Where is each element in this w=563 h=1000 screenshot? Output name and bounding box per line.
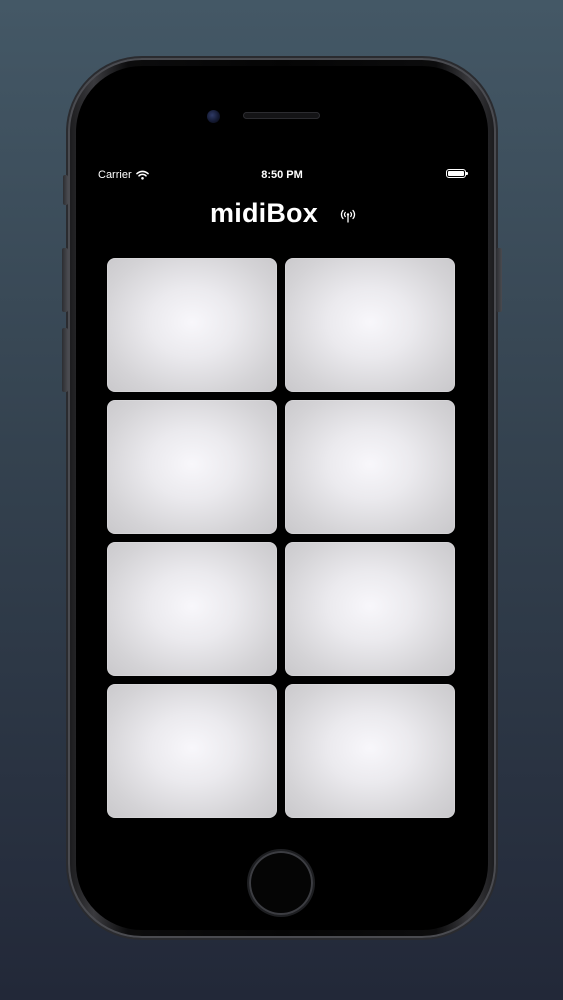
app-title: midiBox (210, 198, 318, 228)
power-button (496, 248, 502, 312)
mute-switch (63, 175, 68, 205)
drum-pad-6[interactable] (285, 542, 455, 676)
battery-icon (446, 169, 468, 178)
drum-pad-1[interactable] (107, 258, 277, 392)
status-time: 8:50 PM (261, 169, 303, 181)
earpiece-speaker (243, 112, 320, 119)
drum-pad-5[interactable] (107, 542, 277, 676)
drum-pad-4[interactable] (285, 400, 455, 534)
connection-button[interactable] (338, 206, 358, 226)
battery-level (448, 171, 464, 176)
drum-pad-2[interactable] (285, 258, 455, 392)
volume-down-button (62, 328, 68, 392)
drum-pad-7[interactable] (107, 684, 277, 818)
status-bar: Carrier 8:50 PM (98, 166, 468, 184)
drum-pad-3[interactable] (107, 400, 277, 534)
pad-grid (107, 258, 455, 818)
antenna-icon (340, 209, 356, 223)
home-button[interactable] (249, 851, 313, 915)
volume-up-button (62, 248, 68, 312)
drum-pad-8[interactable] (285, 684, 455, 818)
front-camera (207, 110, 220, 123)
